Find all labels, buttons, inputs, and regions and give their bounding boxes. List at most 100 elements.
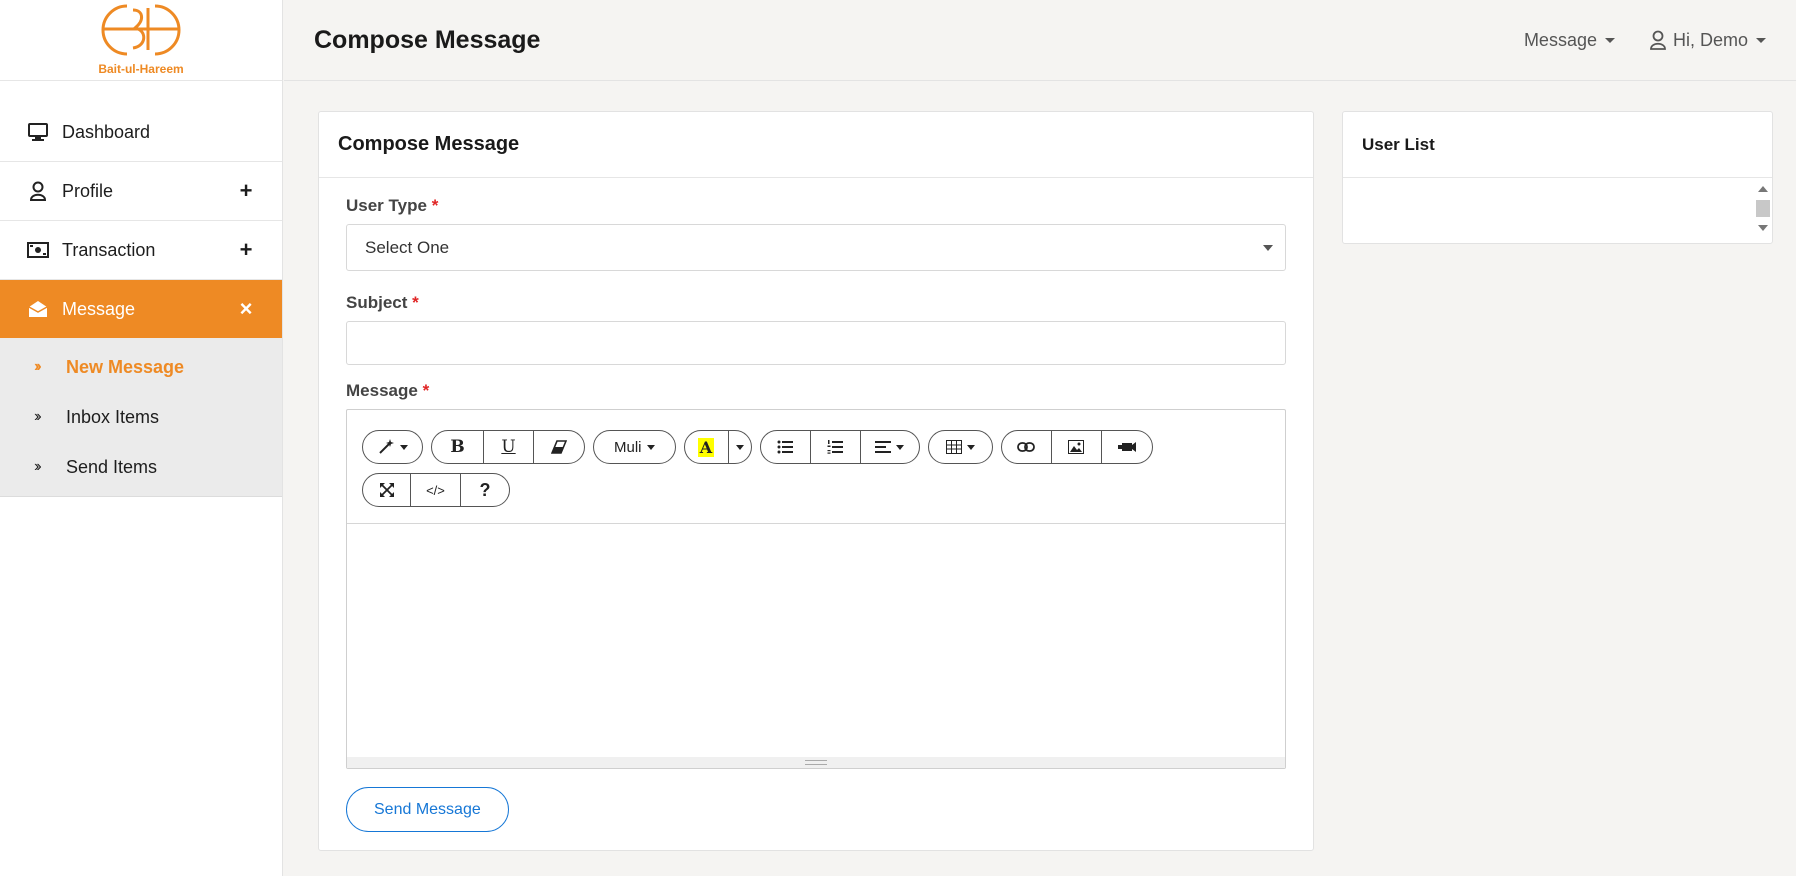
rich-text-editor: B U Muli A </> ? (346, 409, 1286, 769)
align-left-icon (875, 441, 892, 453)
clear-format-button[interactable] (534, 431, 584, 463)
view-group: </> ? (362, 473, 510, 507)
envelope-open-icon (26, 297, 50, 321)
logo-mark-icon (101, 4, 181, 56)
sidebar-item-transaction[interactable]: Transaction + (0, 221, 282, 280)
submenu-item-inbox-items[interactable]: ›› Inbox Items (0, 392, 282, 442)
user-icon (1649, 30, 1667, 50)
image-icon (1068, 440, 1085, 454)
numbered-list-icon (827, 440, 844, 454)
user-dropdown[interactable]: Hi, Demo (1649, 30, 1766, 51)
subject-label: Subject * (346, 293, 1286, 313)
sidebar-item-dashboard[interactable]: Dashboard (0, 103, 282, 162)
fullscreen-button[interactable] (363, 474, 411, 506)
editor-toolbar: B U Muli A </> ? (347, 410, 1285, 524)
user-type-select[interactable]: Select One (346, 224, 1286, 271)
sidebar-item-label: Transaction (62, 239, 156, 260)
compose-card-title: Compose Message (319, 112, 1313, 178)
bullet-list-icon (777, 440, 794, 454)
grip-icon (805, 760, 827, 765)
ordered-list-button[interactable] (811, 431, 861, 463)
brand-name: Bait-ul-Hareem (98, 62, 184, 76)
insert-group (1000, 430, 1153, 464)
user-list-card: User List (1342, 111, 1773, 244)
scroll-thumb[interactable] (1756, 200, 1770, 217)
sidebar-nav: Dashboard Profile + Transaction + Messag… (0, 103, 282, 497)
caret-down-icon (1756, 37, 1766, 43)
scroll-up-icon[interactable] (1758, 186, 1768, 192)
compose-form: User Type * Select One Subject * Message… (319, 178, 1313, 832)
monitor-icon (26, 120, 50, 144)
user-type-label: User Type * (346, 196, 1286, 216)
sidebar-item-label: Profile (62, 180, 114, 201)
expand-icon[interactable]: + (236, 178, 256, 204)
submenu-item-label: New Message (66, 356, 185, 377)
color-group: A (683, 430, 752, 464)
sidebar-item-label: Message (62, 298, 136, 319)
insert-link-button[interactable] (1002, 431, 1052, 463)
style-group (362, 430, 423, 464)
paragraph-group (759, 430, 920, 464)
font-name-value: Muli (614, 438, 642, 456)
scroll-down-icon[interactable] (1758, 225, 1768, 231)
caret-down-icon (400, 444, 408, 450)
font-name-dropdown[interactable]: Muli (594, 431, 675, 463)
user-dropdown-label: Hi, Demo (1672, 29, 1748, 50)
table-icon (945, 440, 962, 454)
page-title: Compose Message (314, 25, 541, 54)
sidebar: Bait-ul-Hareem Dashboard Profile + Trans… (0, 0, 283, 876)
insert-image-button[interactable] (1052, 431, 1102, 463)
message-editor-area[interactable] (347, 524, 1285, 758)
highlight-icon: A (697, 437, 715, 457)
align-dropdown-button[interactable] (861, 431, 919, 463)
table-group (927, 430, 993, 464)
user-list-scrollbar[interactable] (1756, 182, 1770, 240)
subject-input[interactable] (346, 321, 1286, 365)
caret-down-icon (646, 444, 655, 450)
user-type-label-text: User Type (346, 196, 427, 215)
submenu-item-new-message[interactable]: ›› New Message (0, 342, 282, 392)
submenu-item-send-items[interactable]: ›› Send Items (0, 442, 282, 492)
submenu-item-label: Send Items (66, 456, 158, 477)
required-marker: * (412, 293, 419, 312)
caret-down-icon (1604, 37, 1615, 43)
user-icon (26, 179, 50, 203)
table-dropdown-button[interactable] (929, 431, 992, 463)
style-dropdown-button[interactable] (363, 431, 422, 463)
caret-down-icon (735, 444, 744, 450)
brand-logo[interactable]: Bait-ul-Hareem (0, 0, 282, 81)
insert-video-button[interactable] (1102, 431, 1152, 463)
underline-button[interactable]: U (484, 431, 534, 463)
sidebar-item-profile[interactable]: Profile + (0, 162, 282, 221)
expand-arrows-icon (379, 483, 394, 497)
sidebar-item-label: Dashboard (62, 121, 151, 142)
double-chevron-right-icon: ›› (34, 458, 42, 475)
top-bar: Compose Message Message Hi, Demo (284, 0, 1796, 81)
send-message-button[interactable]: Send Message (346, 787, 509, 832)
compose-card: Compose Message User Type * Select One S… (318, 111, 1314, 851)
color-dropdown-button[interactable] (729, 431, 751, 463)
message-dropdown[interactable]: Message (1524, 30, 1615, 51)
bold-button[interactable]: B (432, 431, 484, 463)
sidebar-item-message[interactable]: Message × (0, 280, 282, 338)
message-label: Message * (346, 381, 1286, 401)
editor-resize-handle[interactable] (347, 757, 1285, 768)
expand-icon[interactable]: + (236, 237, 256, 263)
underline-icon: U (501, 437, 516, 457)
highlight-color-button[interactable]: A (685, 431, 729, 463)
required-marker: * (422, 381, 430, 400)
code-view-button[interactable]: </> (411, 474, 461, 506)
font-style-group: B U (431, 430, 585, 464)
font-name-group: Muli (593, 430, 676, 464)
video-camera-icon (1117, 442, 1136, 452)
toolbar-row: </> ? (362, 473, 1285, 507)
money-icon (26, 238, 50, 262)
user-list-title: User List (1343, 112, 1772, 178)
help-button[interactable]: ? (461, 474, 509, 506)
bold-icon: B (450, 437, 465, 457)
required-marker: * (431, 196, 439, 215)
submenu-item-label: Inbox Items (66, 406, 160, 427)
collapse-icon[interactable]: × (236, 296, 256, 322)
unordered-list-button[interactable] (761, 431, 811, 463)
message-submenu: ›› New Message ›› Inbox Items ›› Send It… (0, 338, 282, 497)
